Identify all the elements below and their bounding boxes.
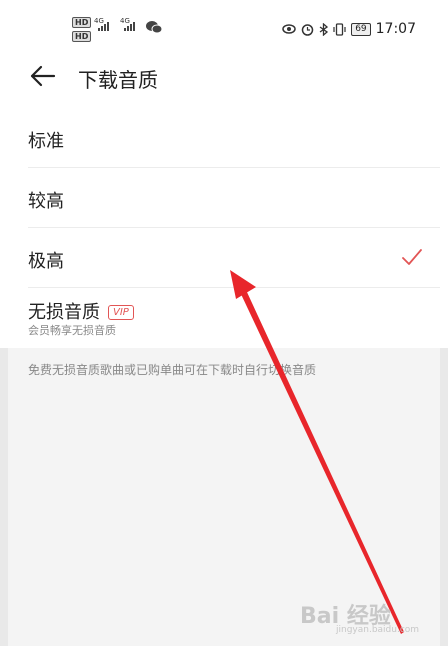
screen: HD HD 4G 4G 69 17:07 下载音质 标准 较高 极高 无损音质 … xyxy=(0,0,448,646)
watermark-url: jingyan.baidu.com xyxy=(336,625,420,635)
annotation-arrow xyxy=(230,270,404,634)
